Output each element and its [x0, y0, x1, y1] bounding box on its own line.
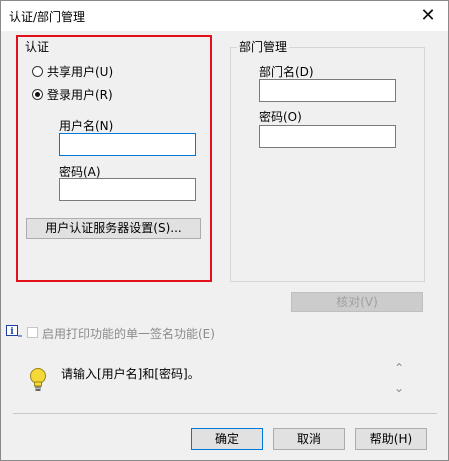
- dept-password-label: 密码(O): [259, 110, 302, 124]
- lightbulb-icon: [27, 367, 49, 393]
- footer-divider: [13, 413, 437, 414]
- info-icon: i: [6, 325, 22, 337]
- help-button[interactable]: 帮助(H): [355, 428, 427, 450]
- verify-button[interactable]: 核对(V): [291, 292, 423, 312]
- dept-group-label: 部门管理: [237, 38, 290, 55]
- window-title: 认证/部门管理: [9, 10, 86, 24]
- cancel-button[interactable]: 取消: [273, 428, 345, 450]
- login-user-radio[interactable]: [32, 89, 43, 100]
- dept-name-label: 部门名(D): [259, 65, 314, 79]
- auth-password-input[interactable]: [59, 178, 196, 201]
- auth-highlight-frame: [16, 35, 212, 282]
- shared-user-label[interactable]: 共享用户(U): [47, 63, 113, 80]
- scroll-down-icon[interactable]: ⌄: [394, 381, 404, 395]
- username-label: 用户名(N): [59, 119, 114, 133]
- username-input[interactable]: [59, 133, 196, 156]
- shared-user-radio[interactable]: [32, 66, 43, 77]
- dept-name-input[interactable]: [259, 79, 396, 102]
- login-user-label[interactable]: 登录用户(R): [47, 86, 113, 103]
- dept-password-input[interactable]: [259, 125, 396, 148]
- auth-dept-dialog: 认证/部门管理 ✕ 认证 共享用户(U) 登录用户(R) 用户名(N) 密码(A…: [0, 0, 449, 461]
- single-sign-on-label[interactable]: 启用打印功能的单一签名功能(E): [42, 325, 215, 342]
- single-sign-on-checkbox[interactable]: [27, 327, 38, 338]
- title-bar: 认证/部门管理 ✕: [1, 1, 448, 31]
- close-icon[interactable]: ✕: [408, 1, 448, 31]
- ok-button[interactable]: 确定: [191, 428, 263, 450]
- auth-group-label: 认证: [25, 40, 50, 54]
- auth-server-settings-button[interactable]: 用户认证服务器设置(S)...: [26, 218, 201, 239]
- info-glyph: i: [10, 327, 14, 337]
- scroll-up-icon[interactable]: ⌃: [394, 361, 404, 375]
- message-text: 请输入[用户名]和[密码]。: [61, 367, 200, 381]
